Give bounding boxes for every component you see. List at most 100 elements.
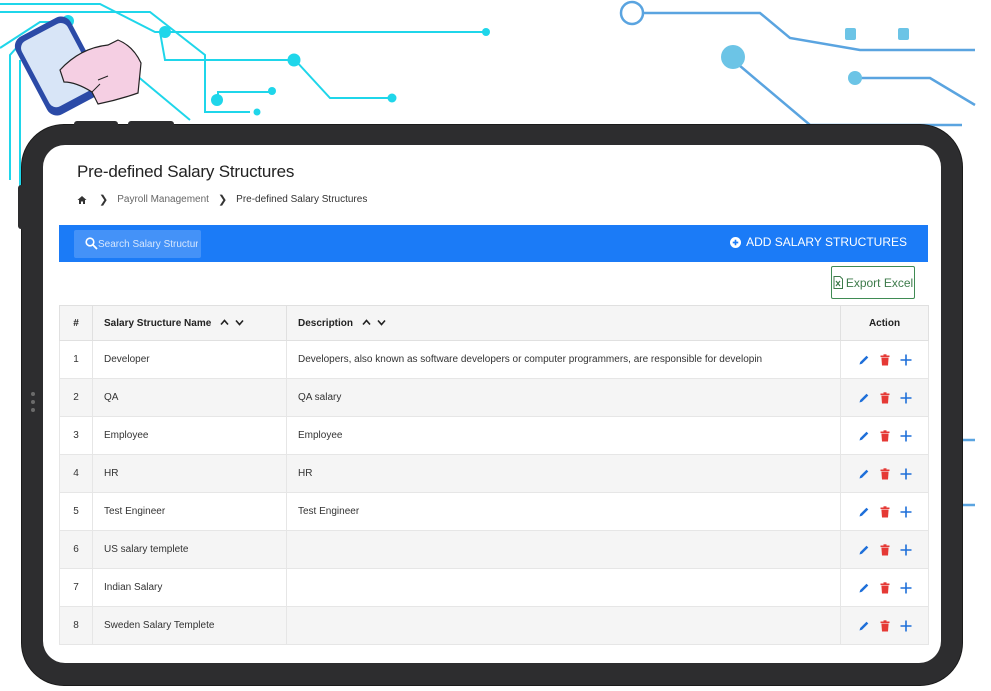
row-number: 3: [59, 416, 93, 455]
home-icon[interactable]: [77, 195, 87, 205]
search-input[interactable]: [98, 236, 198, 252]
search-box: [74, 230, 201, 258]
salary-structure-name: Sweden Salary Templete: [92, 606, 287, 645]
pencil-icon[interactable]: [858, 468, 870, 480]
salary-structure-name: Developer: [92, 340, 287, 379]
salary-structure-name: Test Engineer: [92, 492, 287, 531]
row-actions: [840, 416, 929, 455]
trash-icon[interactable]: [880, 619, 890, 632]
sort-up-icon[interactable]: [220, 318, 229, 327]
row-actions: [840, 492, 929, 531]
row-actions: [840, 606, 929, 645]
row-number: 6: [59, 530, 93, 569]
action-buttons: [852, 353, 917, 366]
column-header-name[interactable]: Salary Structure Name: [92, 305, 287, 341]
trash-icon[interactable]: [880, 467, 890, 480]
row-actions: [840, 568, 929, 607]
trash-icon[interactable]: [880, 505, 890, 518]
plus-circle-icon: [730, 236, 742, 248]
table-row: 5 Test Engineer Test Engineer: [59, 492, 929, 531]
add-salary-structures-button[interactable]: ADD SALARY STRUCTURES: [730, 235, 907, 249]
row-number: 1: [59, 340, 93, 379]
search-icon: [85, 237, 98, 250]
row-number: 5: [59, 492, 93, 531]
salary-structure-description: Test Engineer: [286, 492, 841, 531]
plus-icon[interactable]: [900, 468, 912, 480]
table-header-row: # Salary Structure Name Description Acti: [59, 305, 929, 341]
salary-structure-description: [286, 568, 841, 607]
table-row: 4 HR HR: [59, 454, 929, 493]
export-excel-button[interactable]: Export Excel: [831, 266, 915, 299]
table-row: 3 Employee Employee: [59, 416, 929, 455]
column-header-description-label: Description: [298, 317, 354, 329]
tablet-sensor-dots: [31, 392, 35, 416]
trash-icon[interactable]: [880, 353, 890, 366]
app-screen: Pre-defined Salary Structures ❯ Payroll …: [43, 145, 941, 663]
row-number: 7: [59, 568, 93, 607]
plus-icon[interactable]: [900, 430, 912, 442]
export-excel-label: Export Excel: [845, 275, 914, 290]
action-buttons: [852, 619, 917, 632]
table-row: 8 Sweden Salary Templete: [59, 606, 929, 645]
plus-icon[interactable]: [900, 506, 912, 518]
table-row: 7 Indian Salary: [59, 568, 929, 607]
plus-icon[interactable]: [900, 620, 912, 632]
pencil-icon[interactable]: [858, 392, 870, 404]
salary-structure-description: Developers, also known as software devel…: [286, 340, 841, 379]
pencil-icon[interactable]: [858, 354, 870, 366]
excel-icon: [833, 276, 843, 289]
column-header-description[interactable]: Description: [286, 305, 841, 341]
salary-structure-name: QA: [92, 378, 287, 417]
trash-icon[interactable]: [880, 391, 890, 404]
salary-structure-name: Indian Salary: [92, 568, 287, 607]
sort-down-icon[interactable]: [235, 318, 244, 327]
sort-controls-name: [220, 318, 250, 327]
plus-icon[interactable]: [900, 544, 912, 556]
breadcrumb: ❯ Payroll Management ❯ Pre-defined Salar…: [77, 193, 367, 206]
circuit-dots-right: [721, 28, 909, 85]
column-header-action: Action: [840, 305, 929, 341]
row-actions: [840, 454, 929, 493]
salary-structure-description: [286, 530, 841, 569]
pencil-icon[interactable]: [858, 506, 870, 518]
add-salary-structures-label: ADD SALARY STRUCTURES: [746, 235, 907, 249]
row-number: 8: [59, 606, 93, 645]
chevron-right-icon: ❯: [99, 194, 109, 206]
salary-structure-description: QA salary: [286, 378, 841, 417]
pencil-icon[interactable]: [858, 582, 870, 594]
plus-icon[interactable]: [900, 582, 912, 594]
pencil-icon[interactable]: [858, 620, 870, 632]
trash-icon[interactable]: [880, 581, 890, 594]
tablet-button-side: [18, 185, 26, 229]
pencil-icon[interactable]: [858, 430, 870, 442]
action-buttons: [852, 581, 917, 594]
plus-icon[interactable]: [900, 354, 912, 366]
salary-structure-description: HR: [286, 454, 841, 493]
toolbar: ADD SALARY STRUCTURES: [59, 225, 928, 262]
action-buttons: [852, 505, 917, 518]
plus-icon[interactable]: [900, 392, 912, 404]
tablet-button-top-2: [128, 121, 174, 129]
trash-icon[interactable]: [880, 543, 890, 556]
chevron-right-icon: ❯: [217, 194, 228, 206]
trash-icon[interactable]: [880, 429, 890, 442]
breadcrumb-link-payroll[interactable]: Payroll Management: [117, 194, 209, 205]
sort-up-icon[interactable]: [362, 318, 371, 327]
row-actions: [840, 340, 929, 379]
salary-structure-name: HR: [92, 454, 287, 493]
salary-structure-name: US salary templete: [92, 530, 287, 569]
sort-down-icon[interactable]: [377, 318, 386, 327]
sort-controls-description: [362, 318, 392, 327]
column-header-number: #: [59, 305, 93, 341]
tablet-button-top-1: [74, 121, 118, 129]
action-buttons: [852, 467, 917, 480]
salary-structure-description: Employee: [286, 416, 841, 455]
action-buttons: [852, 543, 917, 556]
table-row: 6 US salary templete: [59, 530, 929, 569]
pencil-icon[interactable]: [858, 544, 870, 556]
action-buttons: [852, 391, 917, 404]
row-actions: [840, 530, 929, 569]
breadcrumb-current: Pre-defined Salary Structures: [236, 194, 368, 205]
salary-structure-name: Employee: [92, 416, 287, 455]
action-buttons: [852, 429, 917, 442]
